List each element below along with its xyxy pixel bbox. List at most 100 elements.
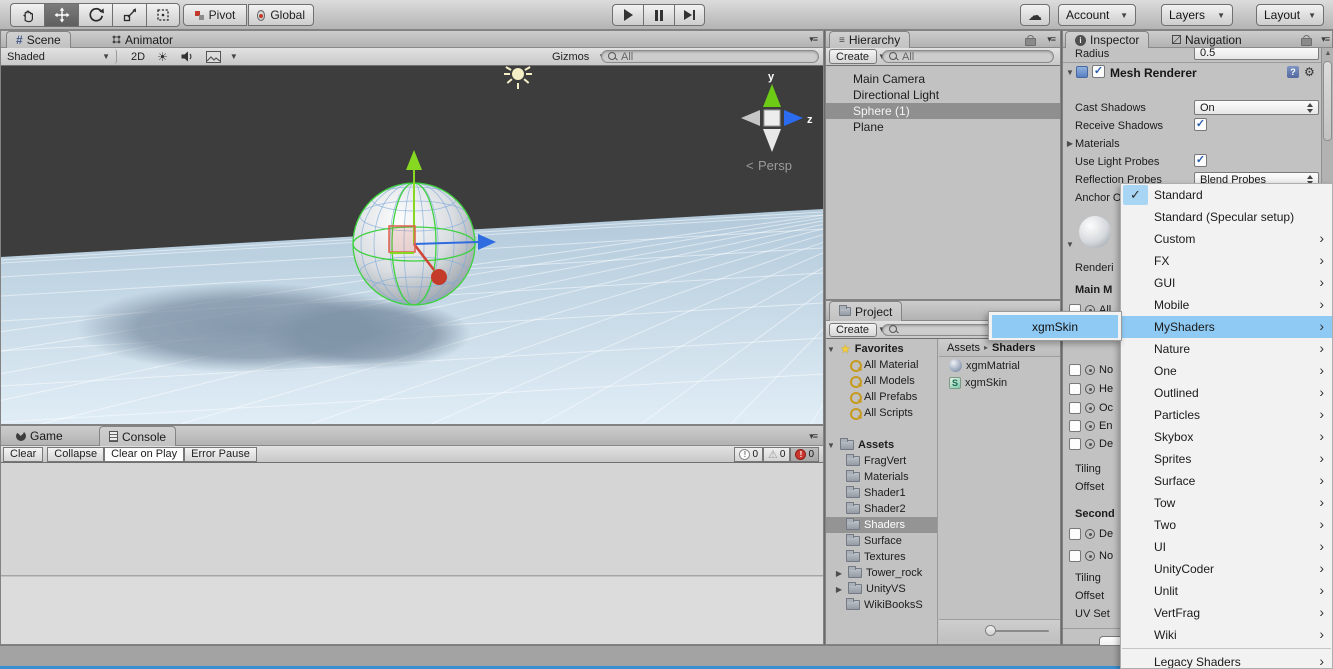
- collapse-button[interactable]: Collapse: [47, 446, 105, 462]
- menu-item-sprites[interactable]: Sprites: [1121, 448, 1332, 470]
- menu-item-outlined[interactable]: Outlined: [1121, 382, 1332, 404]
- menu-item-custom[interactable]: Custom: [1121, 228, 1332, 250]
- radius-field[interactable]: 0.5: [1194, 48, 1319, 60]
- favorites-root[interactable]: ▼ ★ Favorites: [826, 341, 937, 357]
- zoom-slider-knob[interactable]: [985, 625, 996, 636]
- foldout-open-icon[interactable]: ▼: [826, 441, 836, 450]
- hierarchy-item-main-camera[interactable]: Main Camera: [826, 71, 1060, 87]
- favorite-all-prefabs[interactable]: All Prefabs: [826, 389, 937, 405]
- emission-slot[interactable]: En: [1069, 420, 1112, 432]
- folder-shader1[interactable]: Shader1: [826, 485, 937, 501]
- material-preview-sphere[interactable]: [1079, 216, 1111, 248]
- tab-scene[interactable]: # Scene: [6, 31, 71, 48]
- account-dropdown[interactable]: Account ▼: [1058, 4, 1136, 26]
- scene-search-input[interactable]: All: [601, 50, 819, 63]
- folder-shader2[interactable]: Shader2: [826, 501, 937, 517]
- warning-counter[interactable]: ⚠ 0: [763, 447, 791, 462]
- tab-animator[interactable]: Animator: [103, 31, 182, 48]
- foldout-closed-icon[interactable]: ▶: [834, 585, 844, 594]
- zoom-slider-track[interactable]: [991, 630, 1049, 632]
- menu-item-unitycoder[interactable]: UnityCoder: [1121, 558, 1332, 580]
- menu-item-wiki[interactable]: Wiki: [1121, 624, 1332, 646]
- scale-tool-button[interactable]: [112, 3, 146, 27]
- gear-icon[interactable]: ⚙: [1304, 65, 1315, 79]
- console-detail-area[interactable]: [1, 577, 823, 644]
- hierarchy-item-directional-light[interactable]: Directional Light: [826, 87, 1060, 103]
- rotate-tool-button[interactable]: [78, 3, 112, 27]
- height-map-slot[interactable]: He: [1069, 383, 1113, 395]
- folder-surface[interactable]: Surface: [826, 533, 937, 549]
- foldout-open-icon[interactable]: ▼: [1065, 240, 1075, 249]
- clear-button[interactable]: Clear: [3, 446, 44, 462]
- hand-tool-button[interactable]: [10, 3, 44, 27]
- tab-game[interactable]: Game: [7, 426, 72, 446]
- panel-menu-icon[interactable]: ▾≡: [809, 34, 818, 45]
- detail-albedo-slot[interactable]: De: [1069, 528, 1113, 540]
- move-tool-button[interactable]: [44, 3, 78, 27]
- tab-project[interactable]: Project: [829, 301, 903, 321]
- menu-item-tow[interactable]: Tow: [1121, 492, 1332, 514]
- normal-map-slot[interactable]: No: [1069, 364, 1113, 376]
- detail-mask-slot[interactable]: De: [1069, 438, 1113, 450]
- gizmo-cube[interactable]: [763, 109, 781, 127]
- folder-wikibooks[interactable]: WikiBooksS: [826, 597, 937, 613]
- detail-normal-slot[interactable]: No: [1069, 550, 1113, 562]
- folder-fragvert[interactable]: FragVert: [826, 453, 937, 469]
- menu-item-particles[interactable]: Particles: [1121, 404, 1332, 426]
- texture-checkbox[interactable]: [1069, 420, 1081, 432]
- texture-checkbox[interactable]: [1069, 438, 1081, 450]
- global-button[interactable]: Global: [248, 4, 314, 26]
- scene-viewport[interactable]: y z < Persp: [1, 66, 823, 424]
- panel-menu-icon[interactable]: ▾≡: [1321, 34, 1330, 45]
- scroll-up-icon[interactable]: ▲: [1322, 48, 1333, 57]
- menu-item-nature[interactable]: Nature: [1121, 338, 1332, 360]
- info-counter[interactable]: ! 0: [734, 447, 763, 462]
- breadcrumb-current[interactable]: Shaders: [992, 342, 1035, 354]
- clear-on-play-button[interactable]: Clear on Play: [104, 446, 185, 462]
- texture-picker-icon[interactable]: [1085, 365, 1095, 375]
- receive-shadows-checkbox[interactable]: ✓: [1194, 118, 1207, 131]
- error-counter[interactable]: ! 0: [790, 447, 819, 462]
- component-enabled-checkbox[interactable]: ✓: [1092, 65, 1105, 78]
- hierarchy-item-plane[interactable]: Plane: [826, 119, 1060, 135]
- folder-textures[interactable]: Textures: [826, 549, 937, 565]
- menu-item-unlit[interactable]: Unlit: [1121, 580, 1332, 602]
- 2d-toggle[interactable]: 2D: [125, 49, 151, 64]
- pause-button[interactable]: [643, 4, 674, 26]
- menu-item-standard-specular[interactable]: Standard (Specular setup): [1121, 206, 1332, 228]
- menu-item-gui[interactable]: GUI: [1121, 272, 1332, 294]
- menu-item-surface[interactable]: Surface: [1121, 470, 1332, 492]
- layers-dropdown[interactable]: Layers ▼: [1161, 4, 1233, 26]
- texture-checkbox[interactable]: [1069, 364, 1081, 376]
- favorite-all-scripts[interactable]: All Scripts: [826, 405, 937, 421]
- play-button[interactable]: [612, 4, 643, 26]
- x-axis-handle[interactable]: [431, 269, 447, 285]
- menu-item-one[interactable]: One: [1121, 360, 1332, 382]
- tab-console[interactable]: Console: [99, 426, 177, 446]
- hierarchy-search-input[interactable]: All: [882, 50, 1054, 63]
- menu-item-ui[interactable]: UI: [1121, 536, 1332, 558]
- texture-picker-icon[interactable]: [1085, 439, 1095, 449]
- layout-dropdown[interactable]: Layout ▼: [1256, 4, 1324, 26]
- texture-picker-icon[interactable]: [1085, 529, 1095, 539]
- texture-checkbox[interactable]: [1069, 402, 1081, 414]
- panel-menu-icon[interactable]: ▾≡: [1047, 34, 1056, 45]
- persp-label[interactable]: <: [746, 158, 754, 173]
- pivot-button[interactable]: Pivot: [183, 4, 247, 26]
- cast-shadows-dropdown[interactable]: On: [1194, 100, 1319, 115]
- menu-item-myshaders[interactable]: MyShaders: [1121, 316, 1332, 338]
- gizmos-dropdown[interactable]: Gizmos▼: [546, 49, 606, 64]
- assets-root-folder[interactable]: ▼ Assets: [826, 437, 937, 453]
- folder-shaders[interactable]: Shaders: [826, 517, 937, 533]
- help-icon[interactable]: ?: [1287, 66, 1299, 78]
- menu-item-fx[interactable]: FX: [1121, 250, 1332, 272]
- lock-icon[interactable]: [1301, 35, 1312, 46]
- panel-menu-icon[interactable]: ▾≡: [809, 431, 818, 442]
- tab-hierarchy[interactable]: ≡ Hierarchy: [829, 31, 911, 48]
- tab-navigation[interactable]: Navigation: [1163, 31, 1251, 48]
- favorite-all-materials[interactable]: All Material: [826, 357, 937, 373]
- menu-item-standard[interactable]: ✓ Standard: [1121, 184, 1332, 206]
- use-light-probes-checkbox[interactable]: ✓: [1194, 154, 1207, 167]
- folder-materials[interactable]: Materials: [826, 469, 937, 485]
- shading-mode-dropdown[interactable]: Shaded ▼: [1, 49, 117, 64]
